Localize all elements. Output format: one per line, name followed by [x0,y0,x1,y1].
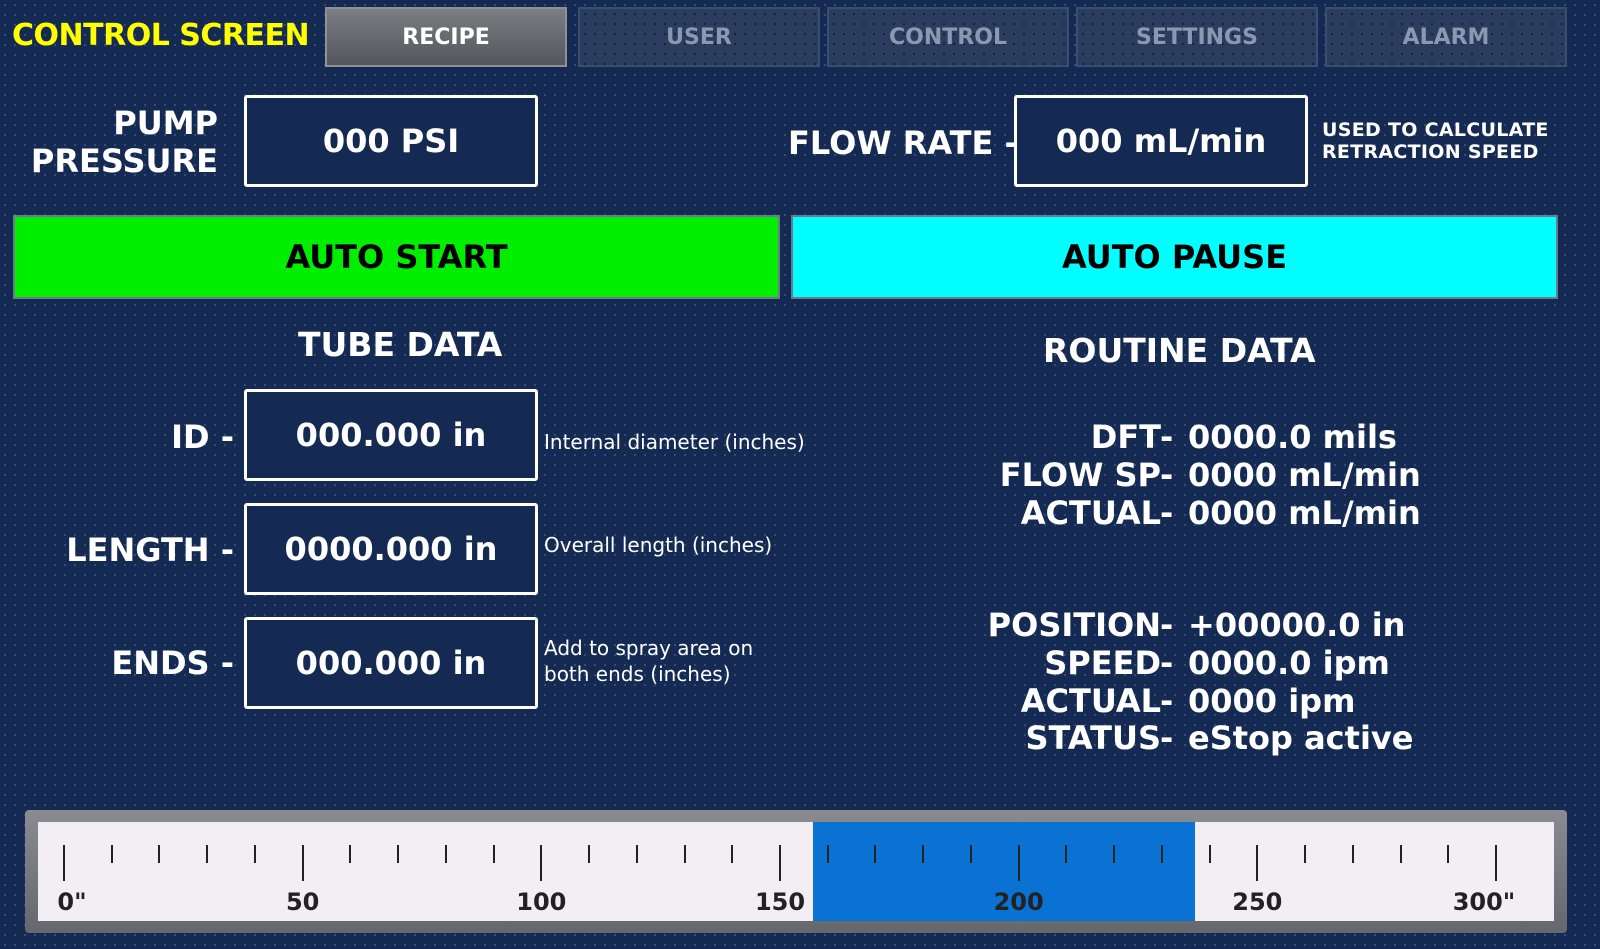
scale-major-tick [540,845,543,881]
flow-sp-label: FLOW SP [999,456,1161,494]
scale-minor-tick [969,845,972,863]
tube-data-title: TUBE DATA [298,325,503,364]
status-dash: - [1160,719,1174,757]
flow-actual-label: ACTUAL [1020,494,1161,532]
length-note-line1: Overall length (inches) [544,533,773,557]
flow-rate-field[interactable]: 000 mL/min [1014,95,1308,187]
flow-rate-label: FLOW RATE - [788,124,1018,162]
tab-alarm[interactable]: ALARM [1325,7,1567,67]
id-note: Internal diameter (inches) [544,429,805,455]
flow-actual-dash: - [1160,494,1174,532]
scale-minor-tick [1065,845,1068,863]
status-value: eStop active [1188,719,1414,757]
scale-minor-tick [1113,845,1116,863]
scale-minor-tick [1304,845,1307,863]
ends-field[interactable]: 000.000 in [244,617,538,709]
scale-tick-label: 200 [993,888,1044,916]
routine-data-title: ROUTINE DATA [1043,331,1316,370]
scale-major-tick [779,845,781,881]
scale-minor-tick [1160,845,1163,863]
position-scale-frame: 0" 50 100 150 200 250 300" [25,810,1567,933]
flow-sp-dash: - [1160,456,1174,494]
id-field[interactable]: 000.000 in [244,389,538,481]
scale-major-tick [1017,845,1020,881]
scale-minor-tick [826,845,829,863]
flow-rate-note: USED TO CALCULATE RETRACTION SPEED [1322,119,1549,163]
id-note-line1: Internal diameter (inches) [544,430,805,454]
scale-minor-tick [158,845,161,863]
ends-label: ENDS - [111,644,234,682]
dft-value: 0000.0 mils [1188,418,1397,456]
pump-label-line1: PUMP [113,104,218,142]
id-label: ID - [171,418,234,456]
scale-minor-tick [1447,845,1450,863]
tab-user[interactable]: USER [578,7,820,67]
scale-minor-tick [110,845,113,863]
ends-note-line1: Add to spray area on [544,636,754,660]
ends-note-line2: both ends (inches) [544,662,731,686]
scale-minor-tick [492,845,495,863]
length-note: Overall length (inches) [544,532,772,558]
scale-minor-tick [683,845,686,863]
scale-minor-tick [731,845,734,863]
speed-value: 0000.0 ipm [1188,644,1390,682]
scale-tick-label: 150 [754,888,806,916]
scale-minor-tick [1208,845,1211,863]
tab-recipe[interactable]: RECIPE [325,7,567,67]
scale-minor-tick [1351,845,1354,863]
scale-tick-label: 250 [1232,888,1283,916]
speed-actual-value: 0000 ipm [1188,682,1356,720]
dft-dash: - [1160,418,1174,456]
position-label: POSITION [987,606,1161,644]
scale-minor-tick [1399,845,1402,863]
flow-note-line2: RETRACTION SPEED [1322,141,1539,163]
flow-actual-value: 0000 mL/min [1188,494,1421,532]
flow-note-line1: USED TO CALCULATE [1322,119,1549,141]
pump-label-line2: PRESSURE [30,142,218,180]
scale-minor-tick [588,845,591,863]
speed-actual-dash: - [1160,682,1174,720]
scale-major-tick [1256,845,1259,881]
scale-minor-tick [635,845,638,863]
scale-tick-label: 300" [1452,888,1516,916]
position-value: +00000.0 in [1188,606,1406,644]
scale-minor-tick [206,845,209,863]
scale-major-tick [63,845,65,881]
scale-minor-tick [397,845,400,863]
position-dash: - [1160,606,1174,644]
scale-major-tick [1495,845,1497,881]
tab-settings[interactable]: SETTINGS [1076,7,1318,67]
speed-dash: - [1160,644,1174,682]
scale-tick-label: 50 [285,888,320,916]
scale-minor-tick [349,845,352,863]
flow-sp-value: 0000 mL/min [1188,456,1421,494]
dft-label: DFT [1090,418,1161,456]
length-field[interactable]: 0000.000 in [244,503,538,595]
scale-minor-tick [444,845,447,863]
scale-minor-tick [874,845,877,863]
position-scale: 0" 50 100 150 200 250 300" [38,822,1554,921]
scale-major-tick [301,845,304,881]
scale-tick-label: 100 [516,888,567,916]
status-label: STATUS [1025,719,1161,757]
pump-pressure-field[interactable]: 000 PSI [244,95,538,187]
scale-minor-tick [253,845,256,863]
auto-pause-button[interactable]: AUTO PAUSE [791,215,1558,299]
screen-title: CONTROL SCREEN [12,18,310,53]
scale-tick-label: 0" [57,888,87,916]
scale-minor-tick [922,845,925,863]
speed-label: SPEED [1044,644,1161,682]
auto-start-button[interactable]: AUTO START [13,215,780,299]
length-label: LENGTH - [66,531,234,569]
speed-actual-label: ACTUAL [1020,682,1161,720]
tab-control[interactable]: CONTROL [827,7,1069,67]
pump-pressure-label: PUMP PRESSURE [31,104,218,180]
ends-note: Add to spray area on both ends (inches) [544,635,753,687]
